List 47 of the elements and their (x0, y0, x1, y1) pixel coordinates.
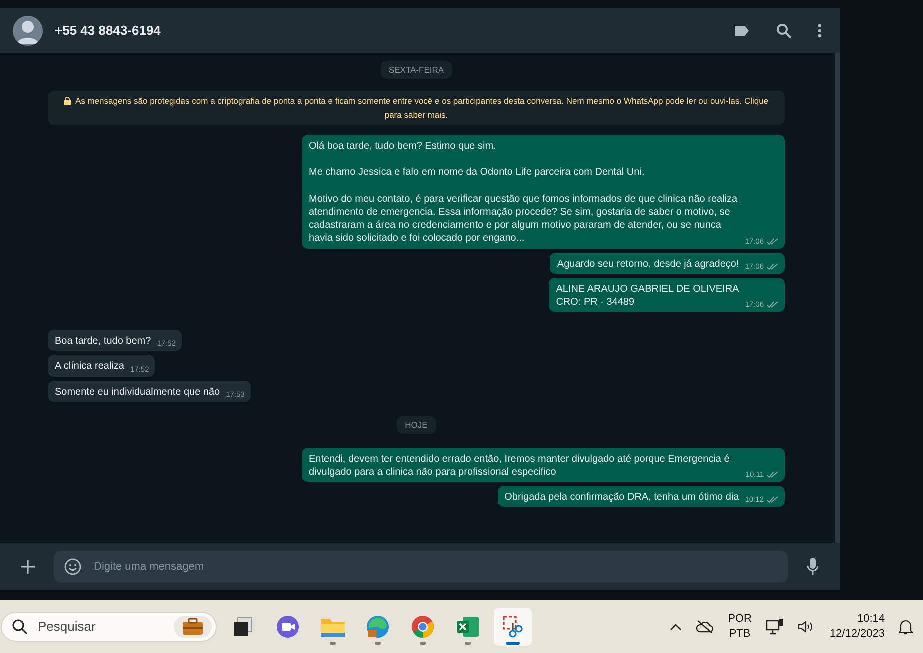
network-icon[interactable] (766, 618, 784, 634)
message-input[interactable]: Digite uma mensagem (54, 550, 788, 582)
bell-icon[interactable] (899, 618, 913, 634)
spreadsheet-icon (456, 614, 480, 638)
message-text: Boa tarde, tudo bem? (55, 335, 152, 348)
search-icon[interactable] (776, 22, 792, 38)
search-icon (12, 618, 28, 634)
contact-name[interactable]: +55 43 8843-6194 (55, 23, 722, 38)
message-text: Aguardo seu retorno, desde já agradeço! (557, 258, 740, 271)
clock[interactable]: 10:14 12/12/2023 (830, 612, 885, 642)
double-check-icon (767, 238, 779, 246)
contact-avatar[interactable] (13, 16, 43, 46)
microphone-icon[interactable] (807, 558, 819, 576)
language-code: POR (728, 612, 752, 626)
clock-date: 12/12/2023 (830, 626, 885, 642)
chevron-up-icon[interactable] (670, 622, 682, 630)
lock-icon (64, 97, 72, 105)
emoji-icon[interactable] (64, 558, 82, 576)
menu-icon[interactable] (818, 24, 822, 38)
clock-time: 10:14 (857, 612, 885, 626)
message-text: Olá boa tarde, tudo bem? Estimo que sim. Me chamo Jessica e falo em nome da Odonto Life parceira com Dental Uni. Motivo do meu contato, é para verificar questão que fomos informados de que clinica não realiza atendimento de emergencia. Essa informação procede? Se sim, gostaria de saber o motivo, se cadastraram a área no credenciamento e por algum motivo pararam de atender, ou se nunca havia sido solicitado e foi colocado por engano... (309, 140, 739, 246)
double-check-icon (767, 301, 779, 310)
date-chip: SEXTA-FEIRA (380, 61, 452, 79)
label-icon[interactable] (734, 24, 750, 36)
message-text: Somente eu individualmente que não (55, 386, 220, 399)
browser-icon (411, 614, 435, 638)
video-camera-icon (276, 614, 300, 638)
scissors-icon (501, 614, 525, 638)
date-chip: HOJE (397, 416, 436, 434)
message-text: Entendi, devem ter entendido errado então, Iremos manter divulgado até porque Emergencia é divulgado para a clinica não para profissional especifico (309, 452, 731, 480)
encryption-notice[interactable]: As mensagens são protegidas com a criptografia de ponta a ponta e ficam somente entre você e os participantes desta conversa. Nem mesmo o WhatsApp pode ler ou ouvi-las. Clique para saber mais. (48, 91, 785, 125)
notice-text: As mensagens são protegidas com a criptografia de ponta a ponta e ficam somente entre você e os participantes desta conversa. Nem mesmo o WhatsApp pode ler ou ouvi-las. Clique para saber mais. (75, 96, 769, 120)
double-check-icon (767, 262, 779, 271)
taskbar-search[interactable]: Pesquisar (1, 612, 217, 642)
language-indicator[interactable]: POR PTB (728, 612, 752, 642)
language-code: PTB (729, 626, 751, 642)
browser-globe-icon (366, 614, 390, 638)
double-check-icon (767, 471, 779, 480)
plus-icon[interactable] (21, 560, 35, 574)
message-text: A clínica realiza (55, 360, 124, 374)
briefcase-icon (174, 616, 212, 638)
message-text: ALINE ARAUJO GABRIEL DE OLIVEIRA CRO: PR - 34489 (556, 282, 740, 310)
cloud-off-icon[interactable] (696, 620, 714, 634)
message-text: Obrigada pela confirmação DRA, tenha um ótimo dia (504, 491, 740, 504)
task-view-icon (232, 616, 254, 638)
double-check-icon (767, 496, 779, 504)
search-input[interactable]: Pesquisar (36, 618, 150, 635)
